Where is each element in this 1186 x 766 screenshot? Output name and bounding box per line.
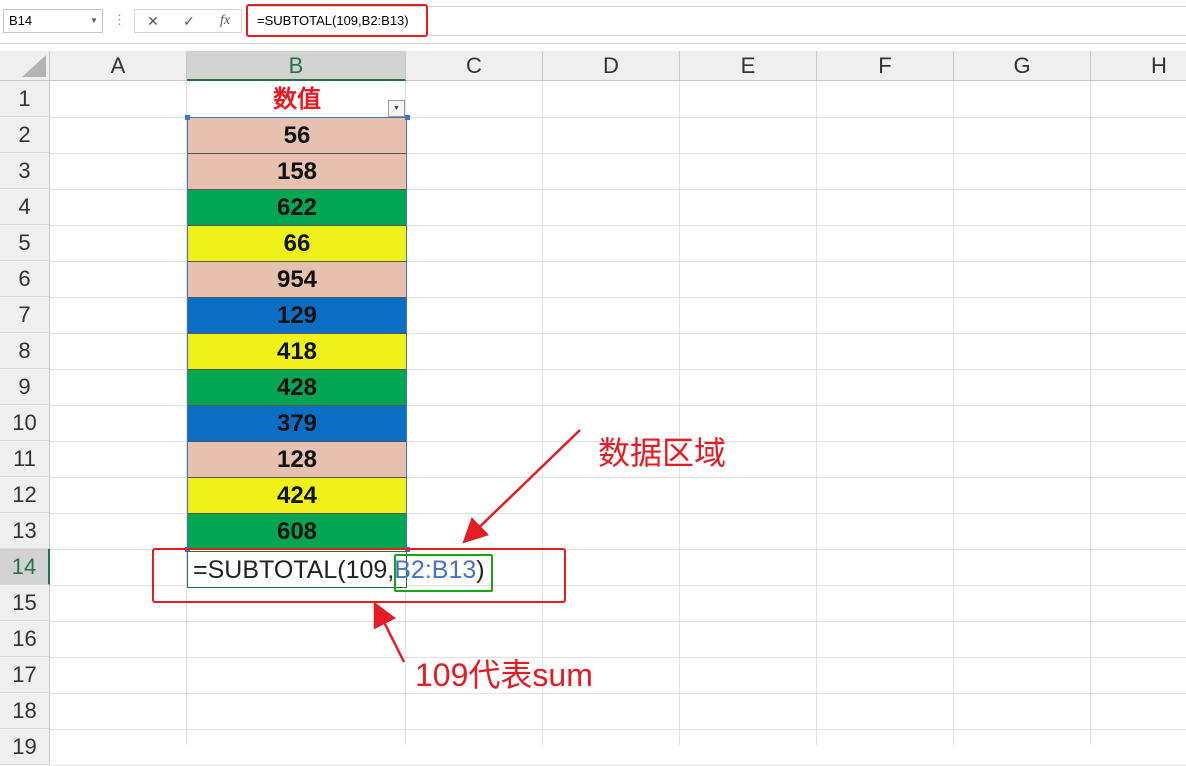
- arrow-to-range: [462, 429, 581, 544]
- annotation-arrows: [373, 429, 581, 663]
- arrow-to-109: [373, 601, 406, 663]
